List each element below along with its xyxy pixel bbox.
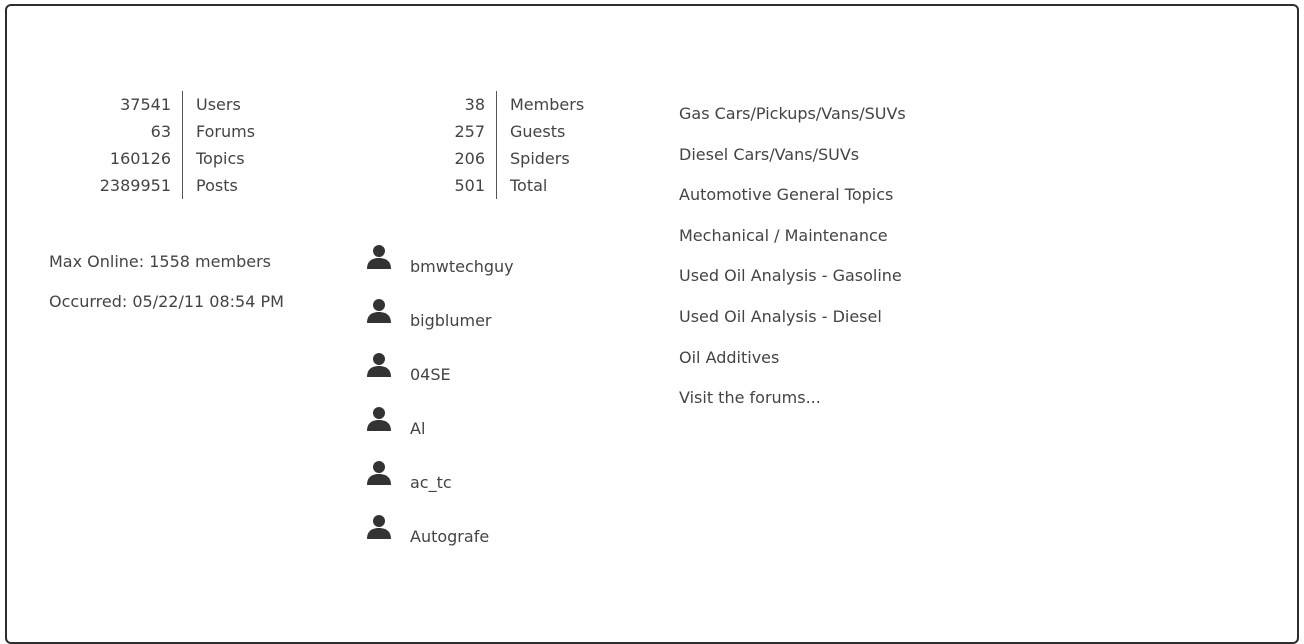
online-user-name[interactable]: 04SE bbox=[410, 351, 451, 385]
forum-link-diesel-cars[interactable]: Diesel Cars/Vans/SUVs bbox=[679, 145, 906, 186]
user-silhouette-icon bbox=[367, 461, 391, 485]
online-row-spiders: 206 Spiders bbox=[391, 145, 584, 172]
user-silhouette-icon bbox=[367, 299, 391, 323]
stat-count: 37541 bbox=[50, 91, 183, 118]
user-silhouette-icon bbox=[367, 515, 391, 539]
user-silhouette-icon bbox=[367, 245, 391, 269]
forum-links-list: Gas Cars/Pickups/Vans/SUVs Diesel Cars/V… bbox=[679, 104, 906, 429]
online-user-name[interactable]: bigblumer bbox=[410, 297, 492, 331]
online-user[interactable]: bigblumer bbox=[366, 297, 514, 351]
online-user-name[interactable]: Autografe bbox=[410, 513, 489, 547]
record-date-text: Occurred: 05/22/11 08:54 PM bbox=[49, 292, 284, 311]
forum-link-mechanical-maintenance[interactable]: Mechanical / Maintenance bbox=[679, 226, 906, 267]
stat-row-posts: 2389951 Posts bbox=[50, 172, 255, 199]
user-silhouette-icon bbox=[367, 353, 391, 377]
online-row-total: 501 Total bbox=[391, 172, 584, 199]
online-count: 501 bbox=[391, 172, 497, 199]
online-users-list: bmwtechguy bigblumer 04SE Al ac_tc Autog… bbox=[366, 243, 514, 567]
online-user[interactable]: 04SE bbox=[366, 351, 514, 405]
online-label: Members bbox=[510, 95, 585, 114]
forum-link-uoa-gasoline[interactable]: Used Oil Analysis - Gasoline bbox=[679, 266, 906, 307]
online-label: Total bbox=[510, 176, 548, 195]
online-label: Guests bbox=[510, 122, 566, 141]
online-user[interactable]: bmwtechguy bbox=[366, 243, 514, 297]
user-silhouette-icon bbox=[367, 407, 391, 431]
stat-label: Posts bbox=[196, 176, 238, 195]
forum-link-automotive-general[interactable]: Automotive General Topics bbox=[679, 185, 906, 226]
visit-forums-link[interactable]: Visit the forums... bbox=[679, 388, 906, 429]
online-count: 257 bbox=[391, 118, 497, 145]
forum-link-oil-additives[interactable]: Oil Additives bbox=[679, 348, 906, 389]
online-user[interactable]: Autografe bbox=[366, 513, 514, 567]
forum-link-uoa-diesel[interactable]: Used Oil Analysis - Diesel bbox=[679, 307, 906, 348]
stat-row-topics: 160126 Topics bbox=[50, 145, 255, 172]
online-count: 206 bbox=[391, 145, 497, 172]
online-user[interactable]: Al bbox=[366, 405, 514, 459]
max-online-text: Max Online: 1558 members bbox=[49, 252, 271, 271]
stat-row-forums: 63 Forums bbox=[50, 118, 255, 145]
online-row-members: 38 Members bbox=[391, 91, 584, 118]
forum-link-gas-cars[interactable]: Gas Cars/Pickups/Vans/SUVs bbox=[679, 104, 906, 145]
stat-label: Topics bbox=[196, 149, 245, 168]
online-user-name[interactable]: bmwtechguy bbox=[410, 243, 514, 277]
online-user[interactable]: ac_tc bbox=[366, 459, 514, 513]
online-user-name[interactable]: ac_tc bbox=[410, 459, 452, 493]
online-row-guests: 257 Guests bbox=[391, 118, 584, 145]
online-label: Spiders bbox=[510, 149, 570, 168]
stat-count: 160126 bbox=[50, 145, 183, 172]
online-count: 38 bbox=[391, 91, 497, 118]
stat-label: Users bbox=[196, 95, 241, 114]
stat-row-users: 37541 Users bbox=[50, 91, 255, 118]
stat-count: 2389951 bbox=[50, 172, 183, 199]
stat-count: 63 bbox=[50, 118, 183, 145]
online-user-name[interactable]: Al bbox=[410, 405, 425, 439]
stat-label: Forums bbox=[196, 122, 256, 141]
online-stats-table: 38 Members 257 Guests 206 Spiders 501 To… bbox=[391, 91, 584, 199]
forum-stats-table: 37541 Users 63 Forums 160126 Topics 2389… bbox=[50, 91, 255, 199]
